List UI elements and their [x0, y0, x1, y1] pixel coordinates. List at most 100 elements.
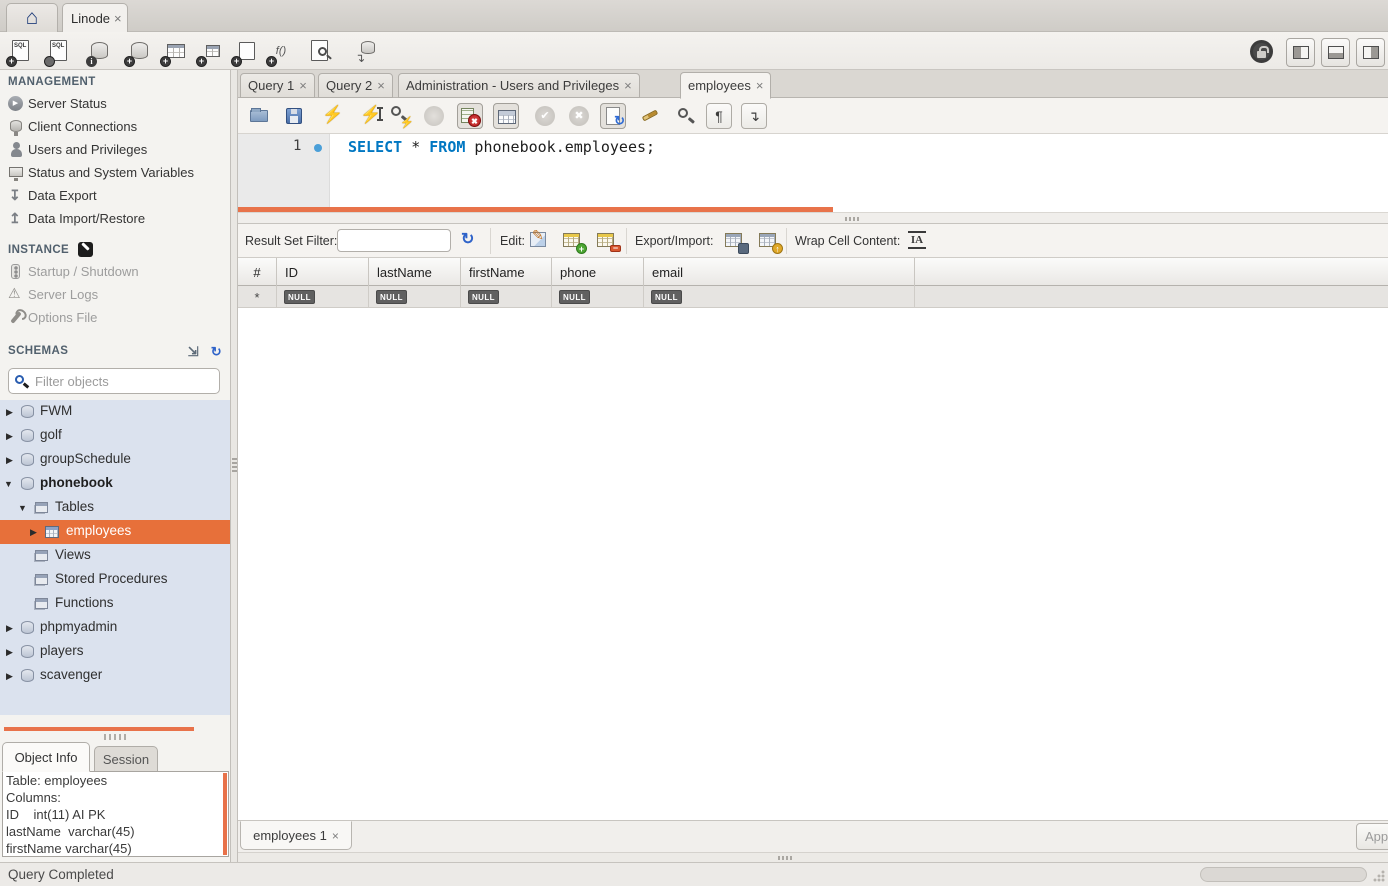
toggle-autocommit-button[interactable]: ↻ — [600, 103, 626, 129]
output-splitter[interactable] — [238, 852, 1388, 862]
create-procedure-button[interactable]: + — [233, 39, 259, 65]
create-view-button[interactable]: + — [198, 39, 224, 65]
editor-result-splitter[interactable] — [238, 212, 1388, 224]
sidebar-item-data-export[interactable]: ↧ Data Export — [0, 184, 230, 207]
tree-item-players[interactable]: ▶ players — [0, 640, 230, 664]
expand-arrow-icon[interactable]: ▶ — [6, 623, 13, 634]
horizontal-scrollbar-thumb[interactable] — [1200, 867, 1367, 882]
splitter-grip[interactable] — [845, 217, 861, 221]
collapse-arrow-icon[interactable]: ▼ — [4, 479, 13, 489]
open-script-button[interactable] — [246, 103, 272, 129]
result-tab-close-icon[interactable]: × — [332, 829, 339, 843]
sidebar-item-server-status[interactable]: ▶ Server Status — [0, 92, 230, 115]
wrap-cell-content-button[interactable]: IA — [906, 230, 930, 252]
tab-query-2[interactable]: Query 2 × — [318, 73, 393, 98]
expand-arrow-icon[interactable]: ▶ — [6, 671, 13, 682]
rollback-button[interactable]: ✖ — [566, 103, 592, 129]
create-function-button[interactable]: f() + — [268, 39, 294, 65]
tab-administration[interactable]: Administration - Users and Privileges × — [398, 73, 640, 98]
tree-item-fwm[interactable]: ▶ FWM — [0, 400, 230, 424]
column-header-id[interactable]: ID — [277, 258, 369, 286]
splitter-grip[interactable] — [778, 856, 792, 860]
tab-session[interactable]: Session — [94, 746, 158, 772]
tree-item-views[interactable]: Views — [0, 544, 230, 568]
sidebar-item-client-connections[interactable]: Client Connections — [0, 115, 230, 138]
open-sql-script-button[interactable]: SQL — [46, 39, 72, 65]
tab-close-icon[interactable]: × — [624, 78, 632, 93]
explain-plan-button[interactable]: ⚡ — [388, 103, 414, 129]
home-tab[interactable]: ⌂ — [6, 3, 58, 32]
cell-lastname[interactable]: NULL — [369, 286, 461, 308]
connection-tab-linode[interactable]: Linode × — [62, 3, 128, 33]
tab-close-icon[interactable]: × — [299, 78, 307, 93]
toggle-bottom-panel-button[interactable] — [1321, 38, 1350, 67]
expand-schemas-icon[interactable]: ⇲ — [188, 344, 199, 359]
tree-item-phonebook[interactable]: ▼ phonebook — [0, 472, 230, 496]
edit-record-button[interactable]: ✎ — [528, 230, 552, 252]
tree-item-scavenger[interactable]: ▶ scavenger — [0, 664, 230, 688]
sidebar-splitter-grip[interactable] — [104, 734, 126, 740]
sidebar-item-options-file[interactable]: Options File — [0, 306, 230, 329]
tree-item-phpmyadmin[interactable]: ▶ phpmyadmin — [0, 616, 230, 640]
sql-statement[interactable]: SELECT * FROM phonebook.employees; — [348, 138, 655, 156]
limit-rows-button[interactable] — [493, 103, 519, 129]
expand-arrow-icon[interactable]: ▶ — [6, 647, 13, 658]
sidebar-item-status-system-variables[interactable]: Status and System Variables — [0, 161, 230, 184]
column-header-rownum[interactable]: # — [238, 258, 277, 286]
show-invisibles-button[interactable]: ¶ — [706, 103, 732, 129]
object-info-scrollbar[interactable] — [223, 773, 227, 855]
column-header-phone[interactable]: phone — [552, 258, 644, 286]
search-data-button[interactable] — [308, 39, 334, 65]
inspect-database-button[interactable]: i — [86, 39, 112, 65]
sidebar-item-server-logs[interactable]: ⚠ Server Logs — [0, 283, 230, 306]
toggle-left-panel-button[interactable] — [1286, 38, 1315, 67]
result-tab-employees-1[interactable]: employees 1 × — [240, 821, 352, 850]
expand-arrow-icon[interactable]: ▶ — [6, 431, 13, 442]
sidebar-item-startup-shutdown[interactable]: Startup / Shutdown — [0, 260, 230, 283]
tree-item-tables[interactable]: ▼ Tables — [0, 496, 230, 520]
cell-email[interactable]: NULL — [644, 286, 915, 308]
tab-close-icon[interactable]: × — [377, 78, 385, 93]
export-results-button[interactable] — [724, 230, 748, 252]
result-filter-input[interactable] — [337, 229, 451, 252]
schema-filter-input[interactable] — [35, 371, 215, 391]
column-header-lastname[interactable]: lastName — [369, 258, 461, 286]
tree-item-groupschedule[interactable]: ▶ groupSchedule — [0, 448, 230, 472]
sql-editor[interactable]: 1 SELECT * FROM phonebook.employees; — [238, 134, 1388, 207]
tree-item-stored-procedures[interactable]: Stored Procedures — [0, 568, 230, 592]
cell-phone[interactable]: NULL — [552, 286, 644, 308]
expand-arrow-icon[interactable]: ▶ — [6, 407, 13, 418]
cell-id[interactable]: NULL — [277, 286, 369, 308]
create-table-button[interactable]: + — [162, 39, 188, 65]
cell-firstname[interactable]: NULL — [461, 286, 552, 308]
column-header-firstname[interactable]: firstName — [461, 258, 552, 286]
tab-employees[interactable]: employees × — [680, 72, 771, 99]
tab-object-info[interactable]: Object Info — [2, 742, 90, 772]
commit-button[interactable]: ✔ — [532, 103, 558, 129]
find-button[interactable] — [672, 103, 698, 129]
toggle-right-panel-button[interactable] — [1356, 38, 1385, 67]
delete-row-button[interactable]: − — [596, 230, 620, 252]
resize-grip-icon[interactable] — [1372, 869, 1386, 883]
beautify-script-button[interactable] — [638, 103, 664, 129]
expand-arrow-icon[interactable]: ▶ — [6, 455, 13, 466]
execute-button[interactable]: ⚡ — [319, 103, 345, 129]
new-sql-tab-button[interactable]: SQL + — [8, 39, 34, 65]
expand-arrow-icon[interactable]: ▶ — [30, 527, 37, 538]
collapse-arrow-icon[interactable]: ▼ — [18, 503, 27, 513]
sidebar-item-users-privileges[interactable]: Users and Privileges — [0, 138, 230, 161]
result-grid-new-row[interactable]: * NULL NULL NULL NULL NULL — [238, 286, 1388, 308]
tree-item-employees[interactable]: ▶ employees — [0, 520, 230, 544]
sidebar-item-data-import[interactable]: ↥ Data Import/Restore — [0, 207, 230, 230]
wrap-text-button[interactable]: ↴ — [741, 103, 767, 129]
apply-button[interactable]: Apply — [1356, 823, 1388, 850]
column-header-email[interactable]: email — [644, 258, 915, 286]
import-records-button[interactable]: ↑ — [758, 230, 782, 252]
toggle-stop-on-error-button[interactable]: ✖ — [457, 103, 483, 129]
create-schema-button[interactable]: + — [126, 39, 152, 65]
reconnect-dbms-button[interactable]: ↴ — [352, 39, 378, 65]
tab-close-icon[interactable]: × — [756, 78, 764, 93]
tree-item-golf[interactable]: ▶ golf — [0, 424, 230, 448]
refresh-schemas-icon[interactable]: ↻ — [211, 344, 222, 359]
splitter-grip[interactable] — [232, 458, 237, 472]
